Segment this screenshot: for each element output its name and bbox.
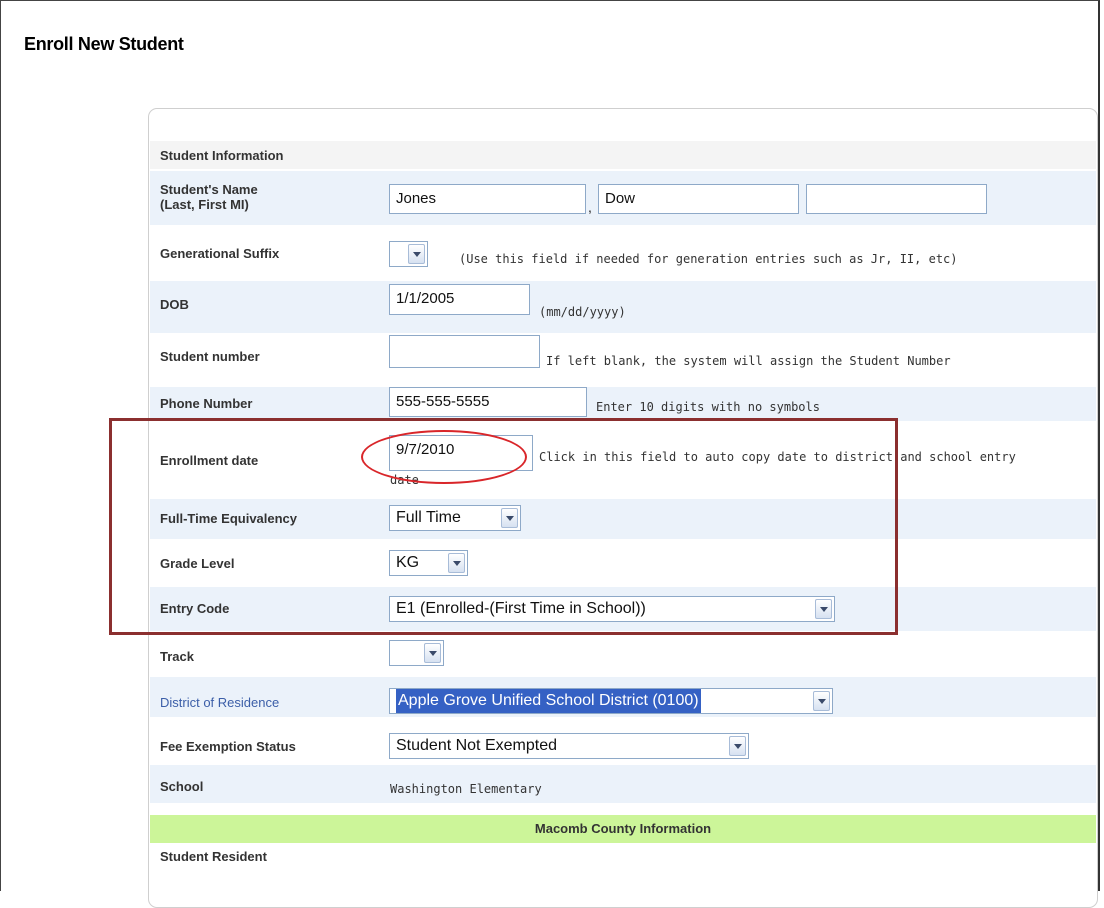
student-number-hint: If left blank, the system will assign th… bbox=[546, 354, 951, 368]
fte-row: Full-Time Equivalency Full Time bbox=[150, 499, 1096, 539]
fte-label: Full-Time Equivalency bbox=[160, 511, 298, 526]
grade-select[interactable]: KG bbox=[389, 550, 468, 576]
student-resident-row: Student Resident bbox=[150, 845, 1096, 893]
district-select[interactable]: Apple Grove Unified School District (010… bbox=[389, 688, 833, 714]
name-label-line2: (Last, First MI) bbox=[160, 197, 249, 212]
track-label: Track bbox=[160, 649, 194, 664]
fee-exemption-row: Fee Exemption Status Student Not Exempte… bbox=[150, 721, 1096, 761]
entry-code-label: Entry Code bbox=[160, 601, 230, 616]
school-value: Washington Elementary bbox=[390, 782, 542, 796]
district-row: District of Residence Apple Grove Unifie… bbox=[150, 677, 1096, 717]
middle-initial-input[interactable] bbox=[806, 184, 987, 214]
chevron-down-icon[interactable] bbox=[424, 643, 441, 663]
entry-code-selected-value: E1 (Enrolled-(First Time in School)) bbox=[396, 600, 646, 617]
grade-row: Grade Level KG bbox=[150, 543, 1096, 583]
grade-selected-value: KG bbox=[396, 554, 420, 571]
name-label-line1: Student's Name bbox=[160, 182, 258, 197]
enrollment-date-hint-line1: Click in this field to auto copy date to… bbox=[539, 450, 1016, 464]
student-number-row: Student number If left blank, the system… bbox=[150, 335, 1096, 385]
enrollment-date-input[interactable]: 9/7/2010 bbox=[389, 435, 533, 471]
fee-exemption-select[interactable]: Student Not Exempted bbox=[389, 733, 749, 759]
phone-hint: Enter 10 digits with no symbols bbox=[596, 400, 820, 414]
student-resident-label: Student Resident bbox=[160, 849, 267, 864]
chevron-down-icon[interactable] bbox=[448, 553, 465, 573]
dob-input[interactable]: 1/1/2005 bbox=[389, 284, 530, 315]
suffix-row: Generational Suffix (Use this field if n… bbox=[150, 229, 1096, 279]
fee-exemption-label: Fee Exemption Status bbox=[160, 739, 296, 754]
name-row: Student's Name (Last, First MI) Jones , … bbox=[150, 171, 1096, 225]
track-select[interactable] bbox=[389, 640, 444, 666]
enrollment-date-hint-line2: date bbox=[390, 473, 419, 487]
grade-label: Grade Level bbox=[160, 556, 235, 571]
first-name-input[interactable]: Dow bbox=[598, 184, 799, 214]
track-row: Track bbox=[150, 637, 1096, 675]
phone-input[interactable]: 555-555-5555 bbox=[389, 387, 587, 417]
dob-label: DOB bbox=[160, 297, 189, 312]
suffix-select[interactable] bbox=[389, 241, 428, 267]
school-label: School bbox=[160, 779, 204, 794]
name-separator: , bbox=[588, 199, 592, 215]
fee-exemption-selected-value: Student Not Exempted bbox=[396, 737, 557, 754]
county-section-header: Macomb County Information bbox=[150, 815, 1096, 843]
suffix-label: Generational Suffix bbox=[160, 246, 280, 261]
fte-select[interactable]: Full Time bbox=[389, 505, 521, 531]
enrollment-date-label: Enrollment date bbox=[160, 453, 259, 468]
enrollment-date-row: Enrollment date 9/7/2010 Click in this f… bbox=[150, 423, 1096, 495]
page-title: Enroll New Student bbox=[24, 34, 184, 54]
student-number-label: Student number bbox=[160, 349, 260, 364]
fte-selected-value: Full Time bbox=[396, 509, 461, 526]
phone-row: Phone Number 555-555-5555 Enter 10 digit… bbox=[150, 387, 1096, 421]
dob-hint: (mm/dd/yyyy) bbox=[539, 305, 626, 319]
phone-label: Phone Number bbox=[160, 396, 253, 411]
suffix-hint: (Use this field if needed for generation… bbox=[459, 252, 958, 266]
student-number-input[interactable] bbox=[389, 335, 540, 368]
district-label-link[interactable]: District of Residence bbox=[160, 695, 279, 710]
district-selected-value: Apple Grove Unified School District (010… bbox=[396, 689, 701, 713]
chevron-down-icon[interactable] bbox=[408, 244, 425, 264]
school-row: School Washington Elementary bbox=[150, 765, 1096, 803]
name-label: Student's Name (Last, First MI) bbox=[160, 182, 258, 212]
last-name-input[interactable]: Jones bbox=[389, 184, 586, 214]
dob-row: DOB 1/1/2005 (mm/dd/yyyy) bbox=[150, 281, 1096, 333]
chevron-down-icon[interactable] bbox=[815, 599, 832, 619]
entry-code-select[interactable]: E1 (Enrolled-(First Time in School)) bbox=[389, 596, 835, 622]
section-label: Student Information bbox=[160, 148, 284, 163]
chevron-down-icon[interactable] bbox=[501, 508, 518, 528]
entry-code-row: Entry Code E1 (Enrolled-(First Time in S… bbox=[150, 587, 1096, 631]
student-info-header-row: Student Information bbox=[150, 141, 1096, 169]
chevron-down-icon[interactable] bbox=[813, 691, 830, 711]
chevron-down-icon[interactable] bbox=[729, 736, 746, 756]
